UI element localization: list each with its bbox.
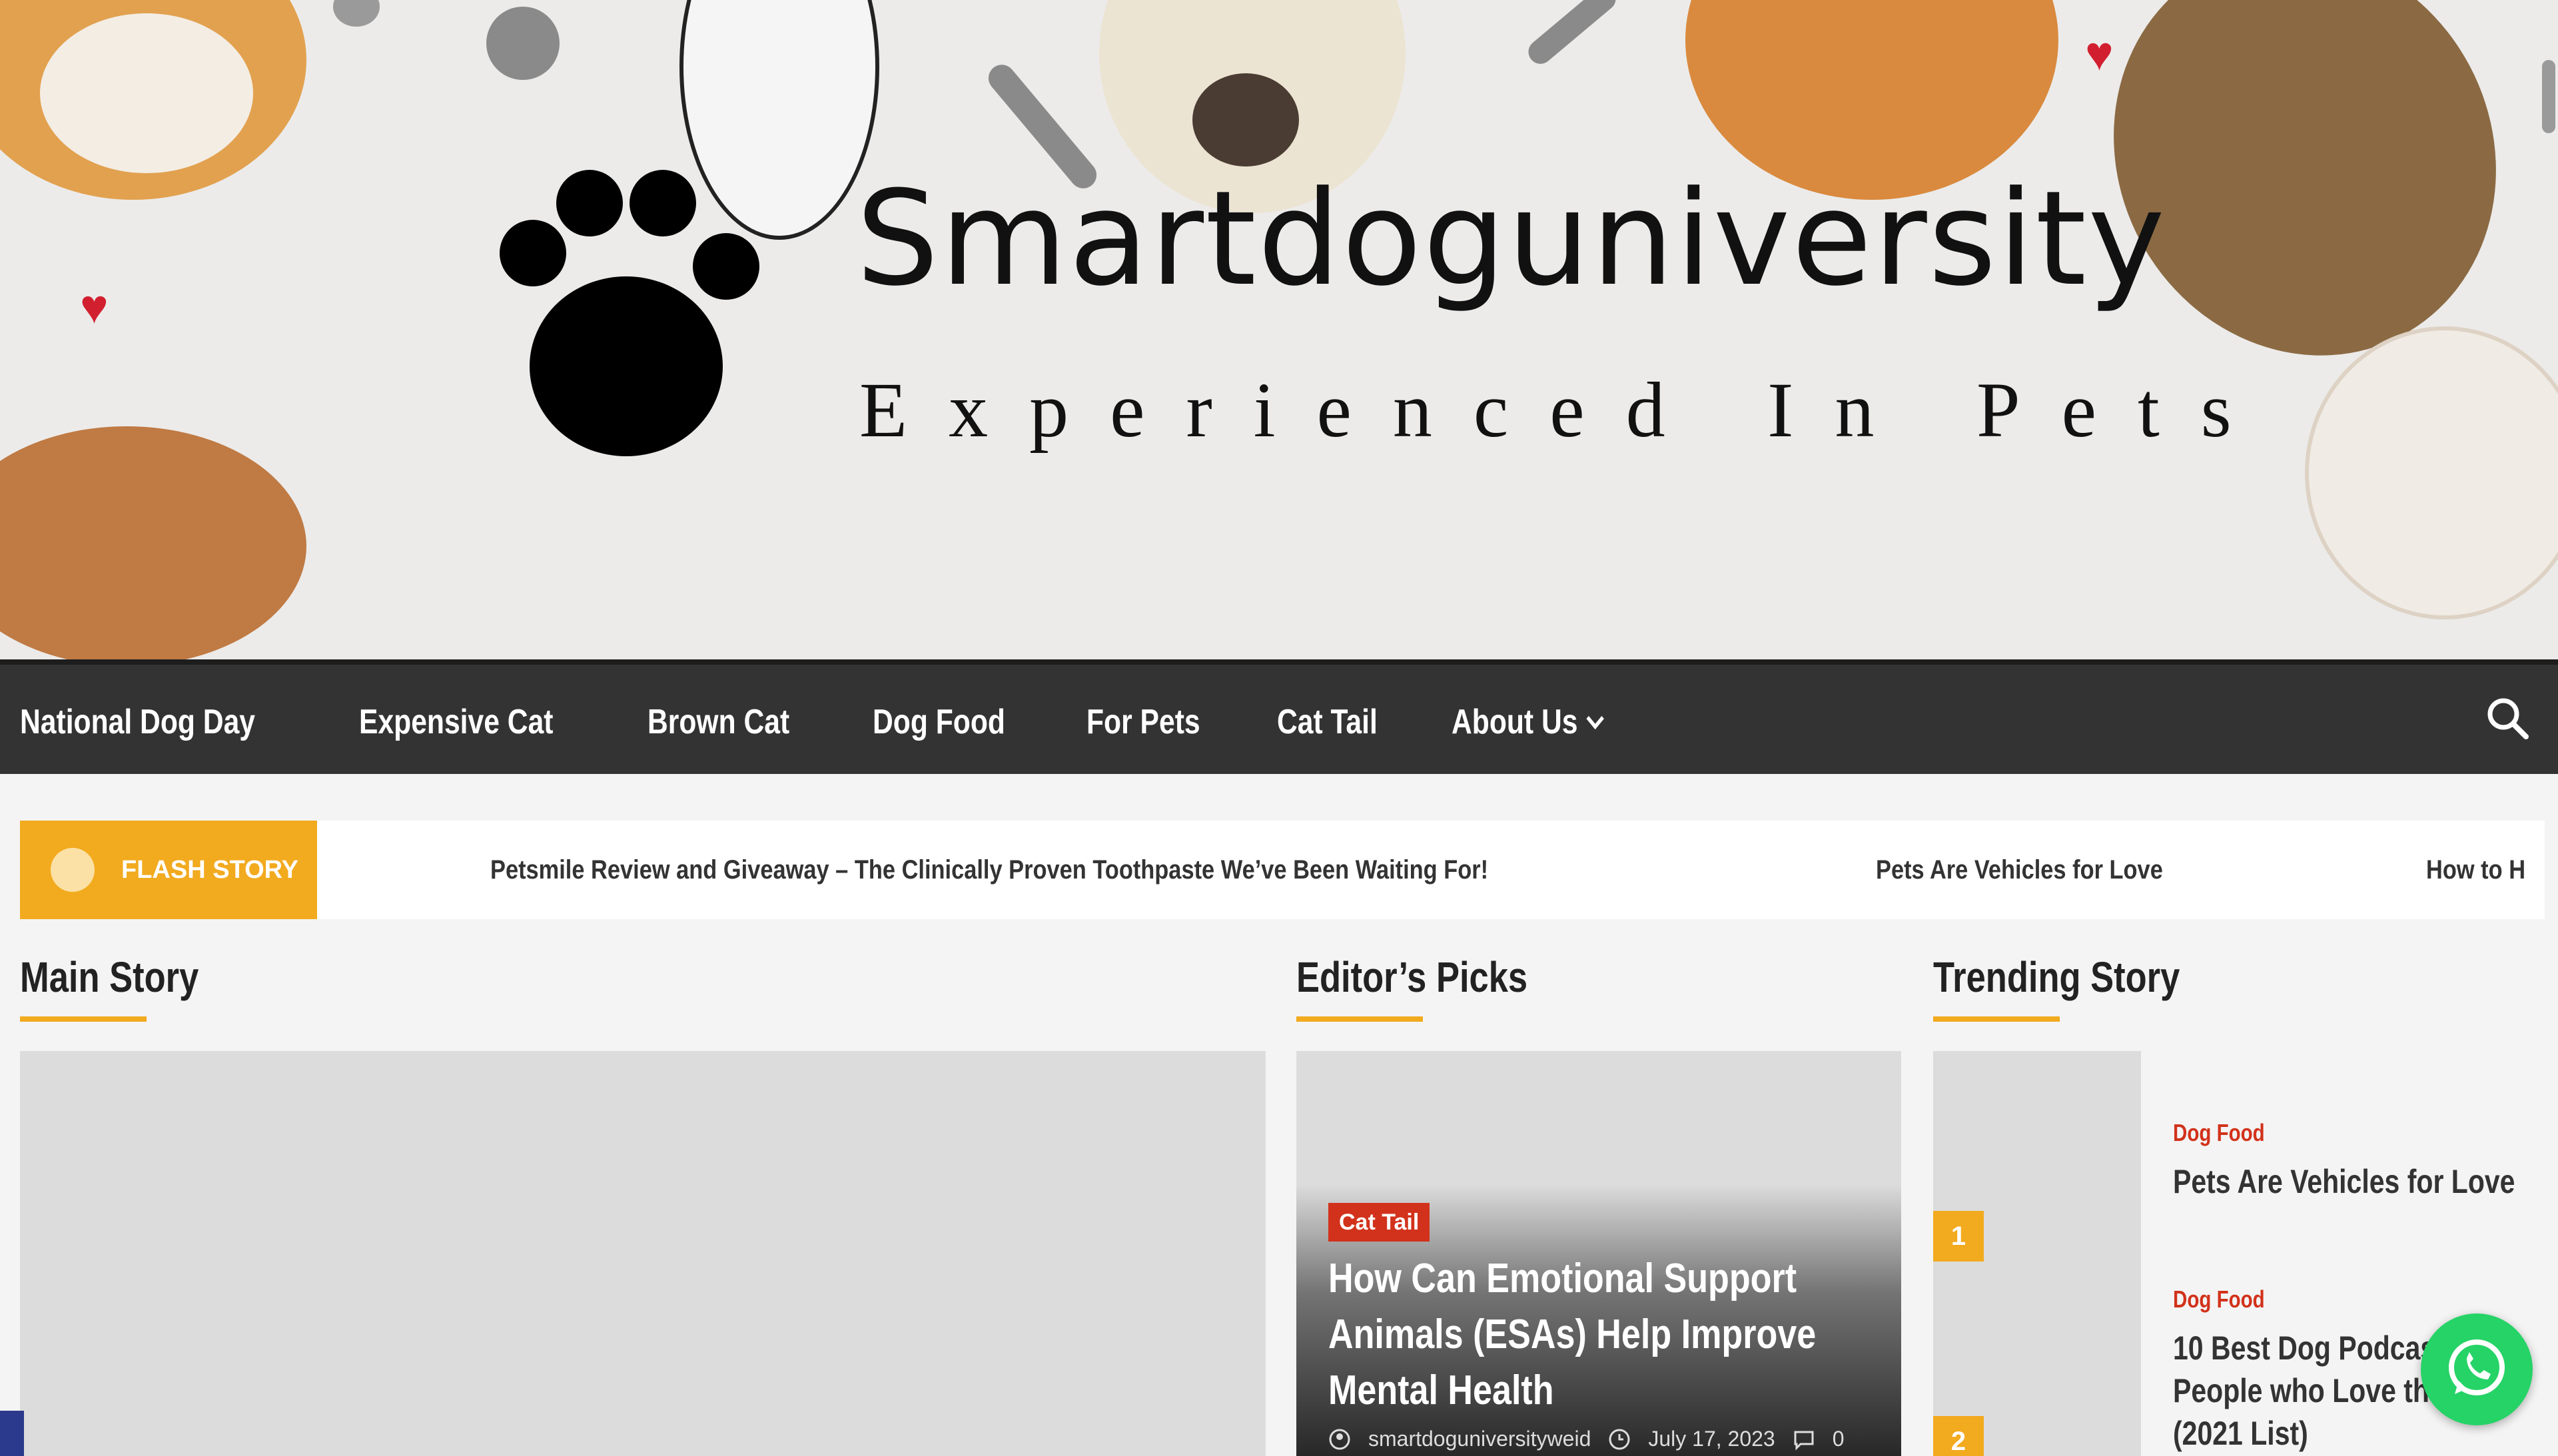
main-nav: National Dog Day Expensive Cat Brown Cat… <box>0 659 2558 774</box>
decor-siamese-nose <box>1192 73 1299 167</box>
category-tag[interactable]: Cat Tail <box>1328 1203 1430 1242</box>
section-underline <box>1933 1016 2060 1022</box>
decor-shiba-face <box>40 13 253 173</box>
paw-icon <box>500 170 759 456</box>
site-tagline: Experienced In Pets <box>859 366 2273 454</box>
page: ♥ ♥ Smartdoguniversity Experienced In Pe… <box>0 0 2558 1456</box>
decor-bone-2 <box>1523 0 1621 69</box>
user-icon <box>1329 1429 1350 1449</box>
site-title[interactable]: Smartdoguniversity <box>856 163 2166 315</box>
decor-yorkie-left <box>0 426 306 659</box>
flash-item[interactable]: Pets Are Vehicles for Love <box>1876 821 2163 919</box>
chevron-down-icon <box>1586 715 1604 730</box>
comment-count[interactable]: 0 <box>1833 1427 1845 1451</box>
decor-heart-1: ♥ <box>80 280 109 334</box>
flash-indicator-icon <box>51 848 95 892</box>
trending-title-line: People who Love their <box>2173 1372 2463 1409</box>
side-widget-tab[interactable] <box>0 1411 24 1456</box>
section-title-trending-story: Trending Story <box>1933 953 2180 1001</box>
trending-title-line: (2021 List) <box>2173 1415 2308 1452</box>
clock-icon <box>1609 1429 1630 1449</box>
decor-pawprint-small-1 <box>486 7 560 80</box>
nav-about-label: About Us <box>1451 703 1578 741</box>
trending-title[interactable]: 10 Best Dog Podcasts People who Love the… <box>2173 1327 2463 1455</box>
search-icon[interactable] <box>2485 695 2531 742</box>
editor-pick-card[interactable]: Cat Tail How Can Emotional Support Anima… <box>1296 1051 1901 1456</box>
decor-pawprint-small-2 <box>333 0 380 27</box>
whatsapp-button[interactable] <box>2421 1313 2533 1425</box>
nav-item-national-dog-day[interactable]: National Dog Day <box>20 702 255 742</box>
trending-category[interactable]: Dog Food <box>2173 1119 2265 1147</box>
post-date: July 17, 2023 <box>1648 1427 1775 1451</box>
comment-icon <box>1794 1431 1814 1451</box>
editor-pick-meta: smartdoguniversityweid July 17, 2023 0 <box>1328 1427 1845 1451</box>
trending-category[interactable]: Dog Food <box>2173 1285 2265 1313</box>
section-underline <box>20 1016 147 1022</box>
author-name[interactable]: smartdoguniversityweid <box>1368 1427 1591 1451</box>
flash-story-bar: FLASH STORY Petsmile Review and Giveaway… <box>20 821 2545 919</box>
nav-item-expensive-cat[interactable]: Expensive Cat <box>359 702 554 742</box>
nav-item-about-us[interactable]: About Us <box>1452 702 1606 742</box>
flash-item[interactable]: Petsmile Review and Giveaway – The Clini… <box>490 821 1488 919</box>
nav-item-dog-food[interactable]: Dog Food <box>873 702 1005 742</box>
trending-number: 1 <box>1933 1211 1984 1262</box>
scrollbar-thumb[interactable] <box>2542 60 2555 133</box>
section-underline <box>1296 1016 1423 1022</box>
decor-heart-2: ♥ <box>2085 27 2114 81</box>
section-title-editors-picks: Editor’s Picks <box>1296 953 1528 1001</box>
main-story-image[interactable] <box>20 1051 1266 1456</box>
nav-item-cat-tail[interactable]: Cat Tail <box>1277 702 1378 742</box>
site-header: ♥ ♥ Smartdoguniversity Experienced In Pe… <box>0 0 2558 659</box>
flash-story-badge: FLASH STORY <box>20 821 317 919</box>
trending-title-line: 10 Best Dog Podcasts <box>2173 1329 2460 1367</box>
trending-number: 2 <box>1933 1416 1984 1456</box>
nav-items: National Dog Day Expensive Cat Brown Cat… <box>20 665 1692 779</box>
whatsapp-icon <box>2449 1339 2505 1395</box>
editor-pick-title[interactable]: How Can Emotional Support Animals (ESAs)… <box>1328 1251 1832 1419</box>
nav-item-for-pets[interactable]: For Pets <box>1086 702 1200 742</box>
flash-story-label: FLASH STORY <box>121 855 299 884</box>
trending-title[interactable]: Pets Are Vehicles for Love <box>2173 1160 2515 1203</box>
nav-item-brown-cat[interactable]: Brown Cat <box>647 702 789 742</box>
flash-item[interactable]: How to H <box>2426 821 2525 919</box>
decor-white-dog <box>2305 326 2558 619</box>
section-title-main-story: Main Story <box>20 953 199 1001</box>
